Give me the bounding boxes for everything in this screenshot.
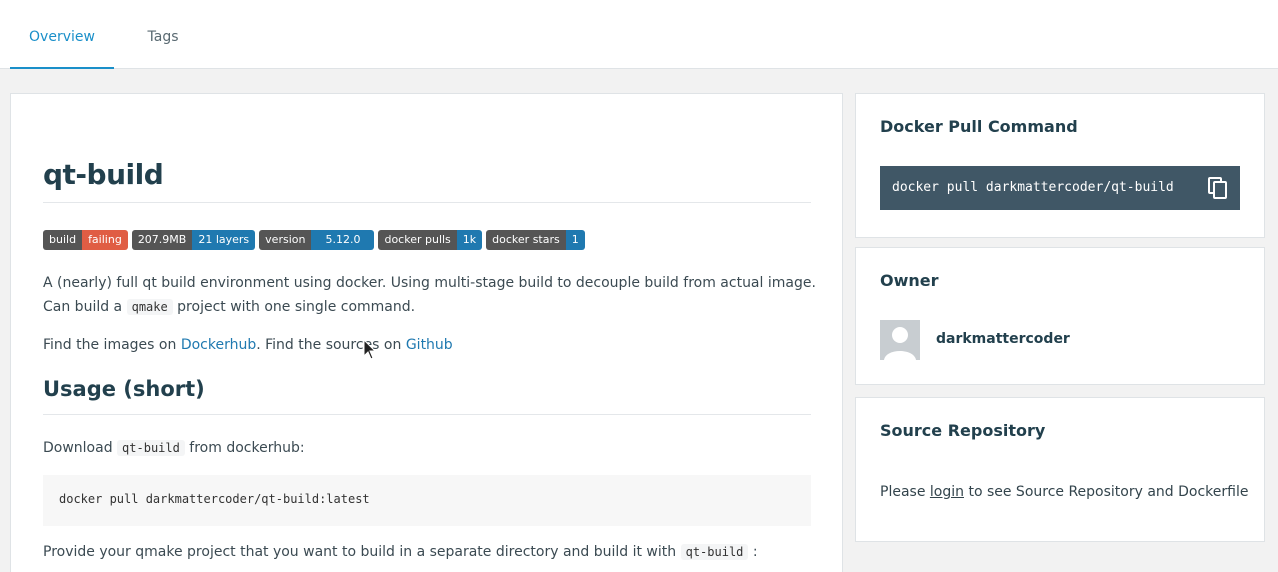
- provide-paragraph: Provide your qmake project that you want…: [43, 540, 758, 564]
- badge-label: 207.9MB: [131, 230, 193, 250]
- qt-build-code: qt-build: [680, 544, 749, 560]
- download-paragraph: Download qt-build from dockerhub:: [43, 436, 305, 460]
- badge-value: 5.12.0: [311, 230, 375, 250]
- find-text: . Find the sources on: [256, 337, 406, 353]
- qt-build-code: qt-build: [117, 440, 185, 456]
- user-avatar-icon: [884, 327, 916, 360]
- divider: [43, 414, 811, 415]
- qmake-code: qmake: [126, 299, 173, 315]
- readme-panel: qt-build build failing 207.9MB 21 layers…: [10, 93, 843, 572]
- avatar[interactable]: [880, 320, 920, 360]
- badge-value: 1: [565, 230, 585, 250]
- badge-stars[interactable]: docker stars 1: [486, 230, 585, 250]
- login-link[interactable]: login: [930, 484, 964, 500]
- divider: [43, 202, 811, 203]
- provide-text: Provide your qmake project that you want…: [43, 544, 681, 560]
- badge-value: 21 layers: [192, 230, 256, 250]
- owner-name-link[interactable]: darkmattercoder: [936, 331, 1070, 347]
- find-paragraph: Find the images on Dockerhub. Find the s…: [43, 333, 453, 357]
- dockerhub-link[interactable]: Dockerhub: [181, 337, 256, 353]
- owner-panel: Owner darkmattercoder: [855, 247, 1265, 385]
- docker-pull-title: Docker Pull Command: [880, 117, 1078, 136]
- badge-label: version: [259, 230, 312, 250]
- usage-heading: Usage (short): [43, 377, 205, 401]
- tab-overview[interactable]: Overview: [10, 0, 114, 69]
- intro-line-2: Can build a qmake project with one singl…: [43, 295, 816, 319]
- source-text: to see Source Repository and Dockerfile: [964, 484, 1249, 500]
- github-link[interactable]: Github: [406, 337, 453, 353]
- tab-tags[interactable]: Tags: [114, 0, 212, 69]
- provide-text: :: [748, 544, 758, 560]
- badge-build[interactable]: build failing: [43, 230, 128, 250]
- badge-value: failing: [82, 230, 128, 250]
- readme-title: qt-build: [43, 158, 164, 191]
- owner-title: Owner: [880, 271, 939, 290]
- intro-paragraph: A (nearly) full qt build environment usi…: [43, 271, 816, 319]
- mouse-cursor-icon: [363, 339, 377, 360]
- docker-pull-panel: Docker Pull Command docker pull darkmatt…: [855, 93, 1265, 238]
- copy-icon[interactable]: [1206, 176, 1230, 200]
- find-text: Find the images on: [43, 337, 181, 353]
- pull-command-text: docker pull darkmattercoder/qt-build: [892, 180, 1174, 195]
- intro-line-1: A (nearly) full qt build environment usi…: [43, 275, 816, 291]
- badge-version[interactable]: version 5.12.0: [259, 230, 375, 250]
- badge-value: 1k: [456, 230, 483, 250]
- badge-pulls[interactable]: docker pulls 1k: [378, 230, 483, 250]
- badge-label: docker pulls: [378, 230, 457, 250]
- download-text: Download: [43, 440, 118, 456]
- source-repository-message: Please login to see Source Repository an…: [880, 484, 1248, 500]
- source-repository-title: Source Repository: [880, 421, 1046, 440]
- badge-row: build failing 207.9MB 21 layers version …: [43, 230, 585, 250]
- source-text: Please: [880, 484, 930, 500]
- intro-text: Can build a: [43, 299, 127, 315]
- download-text: from dockerhub:: [184, 440, 305, 456]
- badge-size[interactable]: 207.9MB 21 layers: [131, 230, 256, 250]
- source-repository-panel: Source Repository Please login to see So…: [855, 397, 1265, 542]
- download-command-block[interactable]: docker pull darkmattercoder/qt-build:lat…: [43, 475, 811, 526]
- docker-pull-command[interactable]: docker pull darkmattercoder/qt-build: [880, 166, 1240, 210]
- intro-text: project with one single command.: [172, 299, 416, 315]
- badge-label: build: [43, 230, 83, 250]
- badge-label: docker stars: [486, 230, 566, 250]
- top-tab-bar: Overview Tags: [0, 0, 1278, 69]
